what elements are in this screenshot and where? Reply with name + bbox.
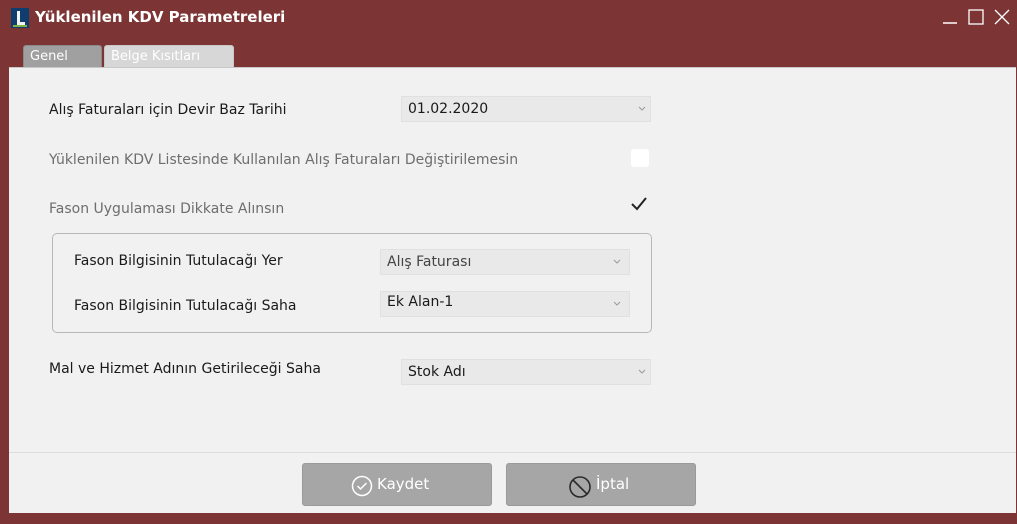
save-button-label: Kaydet — [377, 475, 430, 493]
degistirilemesin-label: Yüklenilen KDV Listesinde Kullanılan Alı… — [49, 152, 519, 168]
save-button[interactable]: Kaydet — [302, 463, 492, 506]
mal-hizmet-saha-value: Stok Adı — [408, 364, 466, 380]
degistirilemesin-checkbox[interactable] — [631, 149, 649, 167]
fason-saha-select[interactable]: Ek Alan-1 — [380, 291, 630, 317]
cancel-button[interactable]: İptal — [506, 463, 696, 506]
mal-hizmet-saha-label: Mal ve Hizmet Adının Getirileceği Saha — [49, 361, 321, 377]
tab-genel[interactable]: Genel — [23, 45, 102, 68]
fason-saha-label: Fason Bilgisinin Tutulacağı Saha — [74, 298, 297, 314]
devir-baz-tarihi-date-field[interactable]: 01.02.2020 — [401, 96, 651, 122]
fason-settings-group: Fason Bilgisinin Tutulacağı Yer Alış Fat… — [52, 233, 652, 333]
chevron-down-icon[interactable] — [612, 300, 622, 308]
title-bar[interactable]: Yüklenilen KDV Parametreleri — [0, 0, 1017, 36]
fason-dikkate-checkbox[interactable] — [630, 196, 648, 212]
devir-baz-tarihi-value: 01.02.2020 — [408, 101, 489, 117]
fason-yer-label: Fason Bilgisinin Tutulacağı Yer — [74, 253, 283, 269]
maximize-button[interactable] — [966, 7, 986, 27]
cancel-button-label: İptal — [596, 475, 630, 493]
chevron-down-icon[interactable] — [637, 368, 647, 376]
devir-baz-tarihi-label: Alış Faturaları için Devir Baz Tarihi — [49, 102, 287, 118]
chevron-down-icon[interactable] — [612, 258, 622, 266]
minimize-button[interactable] — [940, 7, 960, 27]
app-logo-icon — [11, 8, 29, 28]
tab-content-genel: Alış Faturaları için Devir Baz Tarihi 01… — [9, 67, 1016, 452]
fason-yer-select[interactable]: Alış Faturası — [380, 249, 630, 275]
window-title: Yüklenilen KDV Parametreleri — [35, 8, 286, 26]
fason-dikkate-label: Fason Uygulaması Dikkate Alınsın — [49, 201, 285, 217]
dialog-window: Yüklenilen KDV Parametreleri Genel Belge… — [0, 0, 1017, 524]
close-button[interactable] — [992, 7, 1012, 27]
close-icon — [994, 9, 1010, 25]
window-frame-bottom — [0, 513, 1017, 524]
fason-yer-value: Alış Faturası — [387, 254, 472, 270]
check-circle-icon — [351, 475, 373, 497]
fason-saha-value: Ek Alan-1 — [387, 294, 454, 310]
maximize-icon — [968, 9, 984, 25]
dialog-footer: Kaydet İptal — [9, 452, 1016, 514]
minimize-icon — [943, 22, 957, 24]
tab-belge-kisitlari[interactable]: Belge Kısıtları — [104, 45, 234, 68]
prohibited-icon — [569, 476, 591, 498]
mal-hizmet-saha-select[interactable]: Stok Adı — [401, 359, 651, 385]
chevron-down-icon[interactable] — [637, 105, 647, 113]
